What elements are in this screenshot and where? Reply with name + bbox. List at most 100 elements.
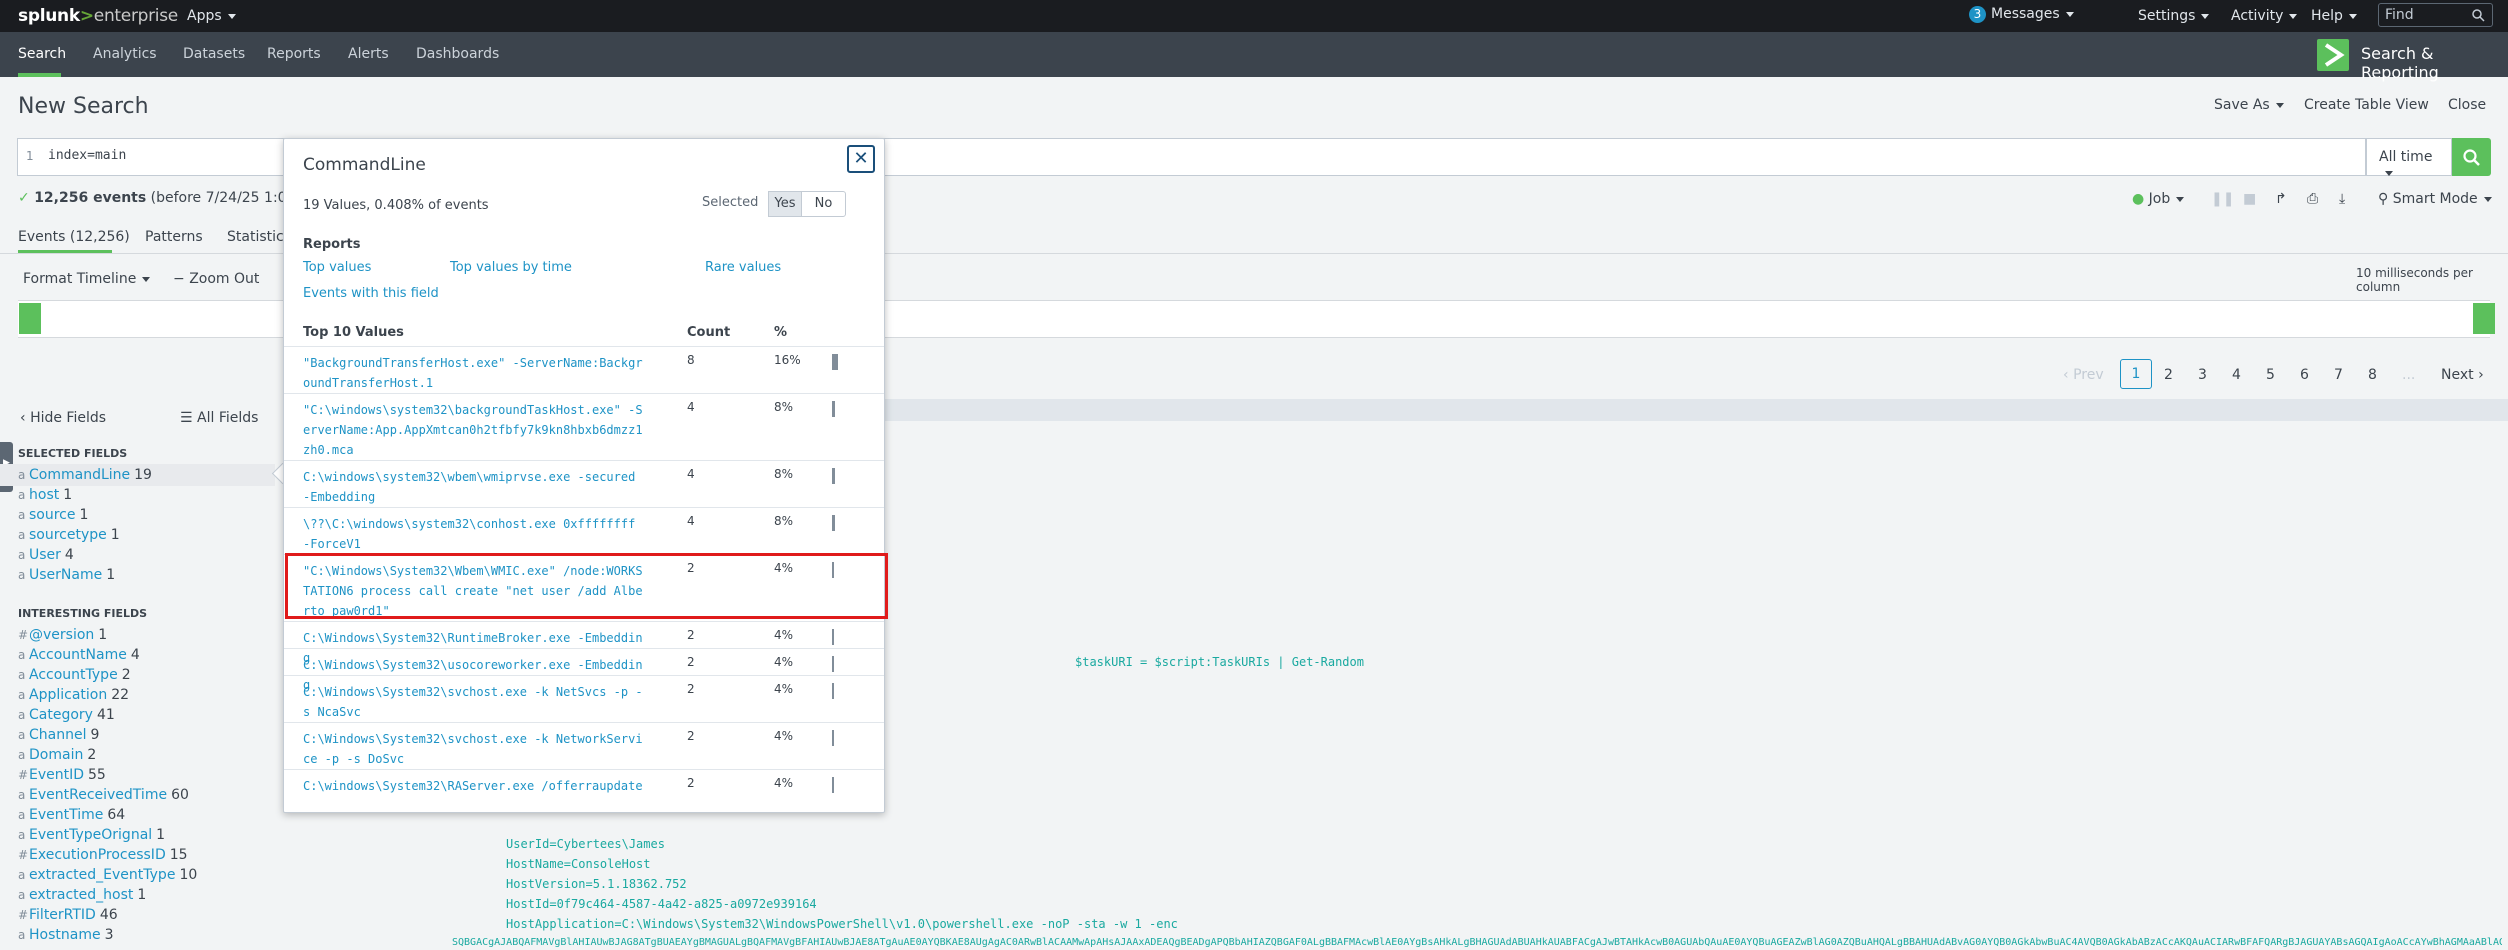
selected-no-button[interactable]: No [801, 191, 846, 217]
settings-menu-label: Settings [2138, 8, 2196, 24]
field-item[interactable]: a UserName 1 [18, 567, 115, 583]
all-fields-button[interactable]: ☰ All Fields [180, 410, 258, 426]
rare-values-link[interactable]: Rare values [705, 260, 781, 275]
top-value-text[interactable]: C:\Windows\System32\svchost.exe -k Netwo… [303, 729, 643, 769]
page-4-button[interactable]: 4 [2232, 367, 2241, 383]
top-value-row[interactable]: C:\windows\System32\RAServer.exe /offerr… [284, 769, 884, 797]
next-page-button[interactable]: Next › [2441, 367, 2484, 383]
hide-fields-button[interactable]: ‹ Hide Fields [20, 410, 106, 426]
search-mode-menu[interactable]: ⚲ Smart Mode [2378, 191, 2492, 207]
field-item[interactable]: #EventID 55 [18, 767, 106, 783]
top-value-row[interactable]: "C:\windows\system32\backgroundTaskHost.… [284, 393, 884, 461]
search-query[interactable]: index=main [48, 148, 126, 163]
field-item[interactable]: a Domain 2 [18, 747, 96, 763]
share-icon[interactable]: ↱ [2275, 191, 2287, 207]
field-item[interactable]: a User 4 [18, 547, 74, 563]
job-menu[interactable]: ● Job [2132, 191, 2185, 207]
field-name: extracted_host [29, 887, 134, 903]
field-item[interactable]: a host 1 [18, 487, 72, 503]
selected-yes-button[interactable]: Yes [768, 191, 802, 217]
tab-patterns[interactable]: Patterns [145, 229, 203, 245]
format-timeline-menu[interactable]: Format Timeline [23, 271, 151, 287]
nav-analytics[interactable]: Analytics [93, 46, 157, 62]
top-value-text[interactable]: "BackgroundTransferHost.exe" -ServerName… [303, 353, 643, 393]
help-menu[interactable]: Help [2311, 8, 2357, 24]
nav-search[interactable]: Search [18, 46, 66, 62]
field-item[interactable]: a EventReceivedTime 60 [18, 787, 189, 803]
time-range-picker[interactable]: All time [2366, 138, 2452, 176]
top-value-row[interactable]: C:\Windows\System32\svchost.exe -k Netwo… [284, 722, 884, 770]
nav-datasets[interactable]: Datasets [183, 46, 245, 62]
splunk-logo[interactable]: splunk>enterprise [18, 6, 178, 26]
create-table-view-button[interactable]: Create Table View [2304, 97, 2429, 113]
field-item[interactable]: a sourcetype 1 [18, 527, 120, 543]
field-item[interactable]: #ExecutionProcessID 15 [18, 847, 188, 863]
page-2-button[interactable]: 2 [2164, 367, 2173, 383]
top-value-row[interactable]: C:\Windows\System32\svchost.exe -k NetSv… [284, 675, 884, 723]
stop-icon[interactable]: ■ [2243, 191, 2256, 207]
nav-dashboards[interactable]: Dashboards [416, 46, 499, 62]
field-item[interactable]: a Channel 9 [18, 727, 99, 743]
top-values-by-time-link[interactable]: Top values by time [450, 260, 572, 275]
export-icon[interactable]: ⤓ [2339, 191, 2345, 207]
top-value-row[interactable]: \??\C:\windows\system32\conhost.exe 0xff… [284, 507, 884, 555]
timeline-bar[interactable] [19, 303, 41, 334]
zoom-out-button[interactable]: − Zoom Out [173, 271, 259, 287]
hide-fields-label: Hide Fields [30, 410, 107, 426]
field-item[interactable]: a AccountType 2 [18, 667, 131, 683]
field-count: 2 [87, 747, 97, 763]
top-value-text[interactable]: C:\windows\System32\RAServer.exe /offerr… [303, 776, 643, 796]
field-item[interactable]: a extracted_host 1 [18, 887, 146, 903]
top-value-text[interactable]: C:\Windows\System32\svchost.exe -k NetSv… [303, 682, 643, 722]
field-count: 1 [63, 487, 73, 503]
field-item[interactable]: a extracted_EventType 10 [18, 867, 197, 883]
print-icon[interactable]: ⎙ [2307, 191, 2318, 207]
apps-menu[interactable]: Apps [187, 8, 236, 24]
search-app-icon[interactable] [2317, 39, 2349, 71]
top-value-text[interactable]: "C:\windows\system32\backgroundTaskHost.… [303, 400, 643, 460]
top-value-row[interactable]: "BackgroundTransferHost.exe" -ServerName… [284, 346, 884, 394]
prev-page-button[interactable]: ‹ Prev [2063, 367, 2104, 383]
activity-menu[interactable]: Activity [2231, 8, 2298, 24]
field-item[interactable]: a Category 41 [18, 707, 115, 723]
top-value-row[interactable]: C:\Windows\System32\usocoreworker.exe -E… [284, 648, 884, 692]
field-item[interactable]: a Application 22 [18, 687, 129, 703]
page-8-button[interactable]: 8 [2368, 367, 2377, 383]
popup-close-icon[interactable]: ✕ [847, 145, 875, 173]
app-name[interactable]: Search & Reporting [2361, 44, 2508, 82]
pause-icon[interactable]: ❚❚ [2211, 191, 2234, 207]
find-input[interactable]: Find [2378, 3, 2493, 27]
top-value-text[interactable]: \??\C:\windows\system32\conhost.exe 0xff… [303, 514, 643, 554]
nav-reports[interactable]: Reports [267, 46, 321, 62]
field-item[interactable]: #FilterRTID 46 [18, 907, 118, 923]
tab-events[interactable]: Events (12,256) [18, 229, 130, 245]
top-value-text[interactable]: C:\windows\system32\wbem\wmiprvse.exe -s… [303, 467, 643, 507]
search-button[interactable] [2452, 138, 2491, 176]
event-line: HostId=0f79c464-4587-4a42-a825-a0972e939… [506, 897, 817, 911]
top-value-row[interactable]: C:\Windows\System32\RuntimeBroker.exe -E… [284, 621, 884, 665]
settings-menu[interactable]: Settings [2138, 8, 2210, 24]
field-item[interactable]: a EventTypeOrignal 1 [18, 827, 165, 843]
page-3-button[interactable]: 3 [2198, 367, 2207, 383]
top-values-link[interactable]: Top values [303, 260, 371, 275]
top-value-row[interactable]: C:\windows\system32\wbem\wmiprvse.exe -s… [284, 460, 884, 508]
tab-statistics[interactable]: Statistics [227, 229, 291, 245]
field-item[interactable]: a CommandLine 19 [18, 467, 152, 483]
field-name: AccountType [29, 667, 118, 683]
timeline-bar[interactable] [2473, 303, 2495, 334]
page-5-button[interactable]: 5 [2266, 367, 2275, 383]
messages-menu[interactable]: 3 Messages [1969, 6, 2074, 23]
page-1-button[interactable]: 1 [2120, 359, 2152, 389]
close-button[interactable]: Close [2448, 97, 2486, 113]
page-7-button[interactable]: 7 [2334, 367, 2343, 383]
nav-alerts[interactable]: Alerts [348, 46, 389, 62]
field-item[interactable]: a Hostname 3 [18, 927, 114, 943]
field-item[interactable]: a EventTime 64 [18, 807, 125, 823]
top-value-percent: 16% [774, 353, 801, 367]
events-with-field-link[interactable]: Events with this field [303, 286, 439, 301]
field-item[interactable]: a source 1 [18, 507, 88, 523]
page-6-button[interactable]: 6 [2300, 367, 2309, 383]
field-item[interactable]: a AccountName 4 [18, 647, 140, 663]
field-item[interactable]: #@version 1 [18, 627, 107, 643]
save-as-button[interactable]: Save As [2214, 97, 2284, 113]
